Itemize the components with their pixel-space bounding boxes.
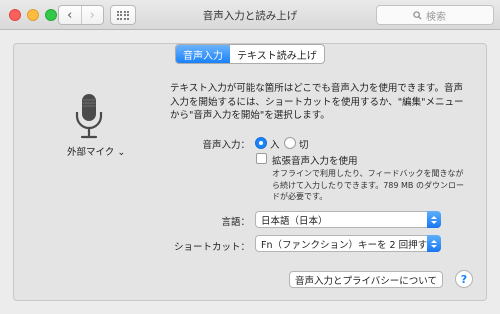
show-all-button[interactable] — [110, 5, 136, 25]
tab-dictation[interactable]: 音声入力 — [176, 45, 230, 63]
shortcut-label: ショートカット： — [173, 242, 250, 253]
search-placeholder: 検索 — [426, 11, 446, 23]
dictation-description: テキスト入力が可能な箇所はどこでも音声入力を使用できます。音声入力を開始するには… — [170, 83, 464, 121]
dictation-label: 音声入力： — [202, 140, 250, 151]
forward-button[interactable]: › — [82, 6, 104, 24]
close-window-button[interactable] — [9, 9, 21, 21]
navigation-buttons: ‹ › — [58, 5, 104, 25]
dictation-on-radio[interactable] — [255, 137, 267, 149]
updown-arrow-icon — [427, 211, 441, 228]
search-icon — [413, 10, 422, 20]
window-title: 音声入力と読み上げ — [202, 10, 298, 22]
enhanced-dictation-note: オフラインで利用したり、フィードバックを聞きながら続けて入力したりできます。78… — [272, 169, 464, 201]
zoom-window-button[interactable] — [45, 9, 57, 21]
dictation-off-radio[interactable] — [284, 137, 296, 149]
language-label: 言語： — [221, 217, 250, 228]
privacy-button[interactable]: 音声入力とプライバシーについて — [289, 271, 443, 288]
back-button[interactable]: ‹ — [59, 6, 82, 24]
updown-arrow-icon — [427, 235, 441, 252]
microphone-icon — [75, 94, 103, 139]
shortcut-select[interactable]: Fn（ファンクション）キーを 2 回押す — [255, 235, 441, 252]
dictation-on-label: 入 — [270, 140, 280, 151]
search-field[interactable]: 検索 — [376, 5, 494, 25]
chevron-right-icon: › — [89, 7, 95, 23]
tab-text-to-speech[interactable]: テキスト読み上げ — [230, 45, 324, 63]
tab-bar: 音声入力 テキスト読み上げ — [175, 44, 325, 64]
minimize-window-button[interactable] — [27, 9, 39, 21]
title-bar: ‹ › 音声入力と読み上げ 検索 — [0, 0, 500, 30]
dictation-off-label: 切 — [299, 140, 309, 151]
enhanced-dictation-checkbox[interactable] — [256, 153, 267, 164]
language-value: 日本語（日本） — [261, 215, 328, 227]
chevron-left-icon: ‹ — [67, 7, 73, 23]
mic-source-selector[interactable]: 外部マイク ⌄ — [67, 144, 125, 158]
grid-icon — [116, 10, 130, 20]
help-button[interactable]: ? — [455, 270, 473, 288]
language-select[interactable]: 日本語（日本） — [255, 211, 441, 228]
shortcut-value: Fn（ファンクション）キーを 2 回押す — [261, 239, 428, 251]
enhanced-dictation-label: 拡張音声入力を使用 — [272, 156, 358, 167]
